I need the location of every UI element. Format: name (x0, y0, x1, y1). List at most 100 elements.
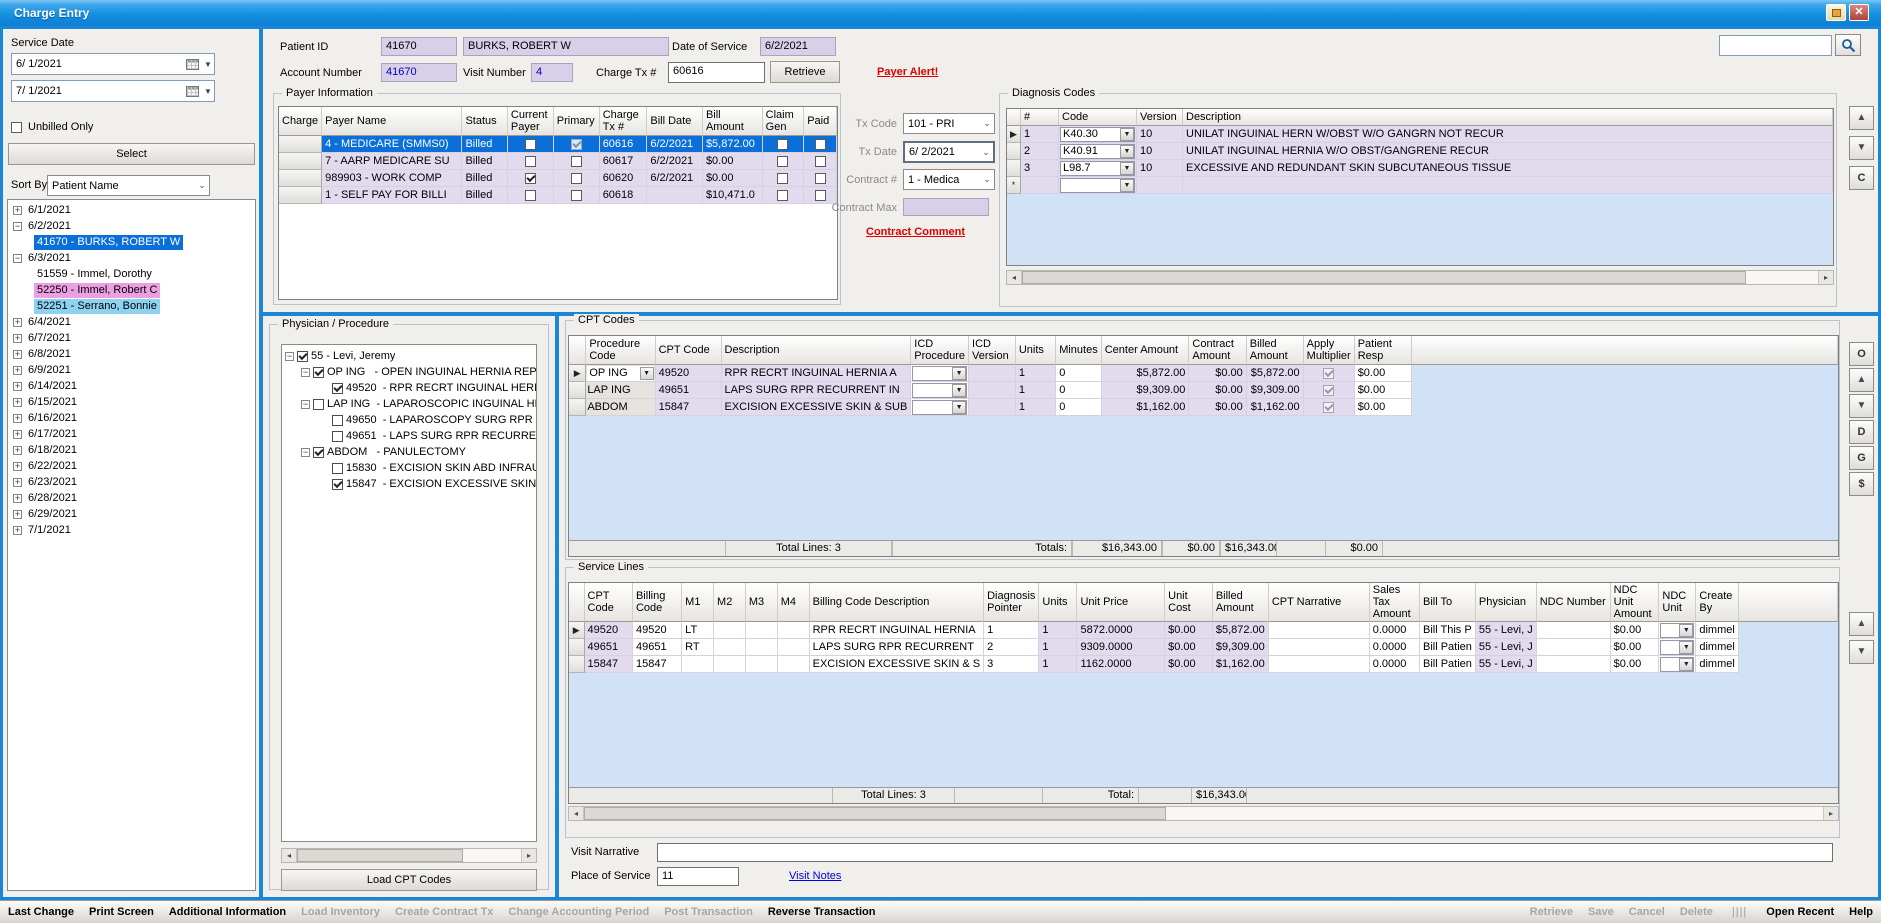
service-lines-hscrollbar[interactable]: ◂ ▸ (568, 806, 1839, 821)
payer-alert-link[interactable]: Payer Alert! (877, 66, 938, 78)
column-header[interactable]: Current Payer (508, 107, 554, 136)
collapse-icon[interactable]: − (301, 448, 310, 457)
table-row[interactable]: 1 - SELF PAY FOR BILLIBilled60618$10,471… (279, 187, 837, 204)
row-selector[interactable]: ▶ (569, 622, 585, 639)
cell-checkbox[interactable] (525, 173, 536, 184)
minimize-button[interactable] (1826, 4, 1846, 21)
column-header[interactable]: Bill To (1420, 583, 1476, 622)
expand-icon[interactable]: + (13, 366, 22, 375)
cell-checkbox[interactable] (815, 190, 826, 201)
cpt-down-button[interactable]: ▼ (1849, 394, 1874, 418)
close-button[interactable]: ✕ (1849, 4, 1869, 21)
collapse-icon[interactable]: − (13, 222, 22, 231)
search-input[interactable] (1719, 35, 1832, 56)
search-button[interactable] (1835, 34, 1861, 56)
column-header[interactable]: M1 (682, 583, 714, 622)
procedure-tree-node[interactable]: 49520 - RPR RECRT INGUINAL HERNIA A (282, 380, 536, 396)
column-header[interactable]: Billing Code Description (810, 583, 985, 622)
procedure-tree-node[interactable]: 15830 - EXCISION SKIN ABD INFRAUMBIL (282, 460, 536, 476)
sidebar-date-node[interactable]: +6/18/2021 (8, 442, 255, 458)
statusbar-open-recent[interactable]: Open Recent (1766, 906, 1834, 918)
scrollbar-track[interactable] (584, 807, 1823, 820)
sidebar-date-node[interactable]: +6/4/2021 (8, 314, 255, 330)
column-header[interactable]: Units (1016, 336, 1056, 365)
scroll-left-icon[interactable]: ◂ (569, 807, 584, 820)
statusbar-create-contract-tx[interactable]: Create Contract Tx (395, 906, 493, 918)
procedure-tree-node[interactable]: −55 - Levi, Jeremy (282, 348, 536, 364)
cpt-g-button[interactable]: G (1849, 446, 1874, 470)
contract-max-field[interactable] (903, 198, 989, 216)
column-header[interactable]: Claim Gen (763, 107, 805, 136)
row-selector[interactable] (569, 656, 585, 673)
procedure-checkbox[interactable] (332, 431, 343, 442)
table-row[interactable]: 1584715847EXCISION EXCESSIVE SKIN & S311… (569, 656, 1838, 673)
diagnosis-down-button[interactable]: ▼ (1849, 136, 1874, 160)
table-row[interactable]: 4 - MEDICARE (SMMS0)Billed606166/2/2021$… (279, 136, 837, 153)
sidebar-date-node[interactable]: +6/9/2021 (8, 362, 255, 378)
table-row[interactable]: ABDOM15847EXCISION EXCESSIVE SKIN & SUB▼… (569, 399, 1838, 416)
sidebar-date-node[interactable]: +6/28/2021 (8, 490, 255, 506)
procedure-checkbox[interactable] (332, 415, 343, 426)
visit-number-field[interactable]: 4 (531, 63, 573, 82)
column-header[interactable]: Minutes (1056, 336, 1102, 365)
cell-checkbox[interactable] (1323, 402, 1334, 413)
column-header[interactable]: Billed Amount (1247, 336, 1304, 365)
column-header[interactable]: Center Amount (1102, 336, 1190, 365)
physician-hscrollbar[interactable]: ◂ ▸ (281, 848, 537, 863)
sidebar-patient-node[interactable]: 52251 - Serrano, Bonnie (8, 298, 255, 314)
column-header[interactable]: Unit Price (1077, 583, 1165, 622)
retrieve-button[interactable]: Retrieve (770, 61, 840, 83)
cell-checkbox[interactable] (571, 139, 582, 150)
dropdown-icon[interactable]: ▼ (1679, 658, 1693, 671)
procedure-checkbox[interactable] (332, 463, 343, 474)
sidebar-date-node[interactable]: +7/1/2021 (8, 522, 255, 538)
contract-comment-link[interactable]: Contract Comment (866, 226, 965, 238)
dropdown-icon[interactable]: ▼ (952, 367, 966, 380)
procedure-checkbox[interactable] (313, 447, 324, 458)
column-header[interactable] (1739, 583, 1838, 622)
calendar-icon[interactable] (186, 59, 199, 70)
statusbar-load-inventory[interactable]: Load Inventory (301, 906, 380, 918)
statusbar-retrieve[interactable]: Retrieve (1530, 906, 1573, 918)
statusbar-reverse-transaction[interactable]: Reverse Transaction (768, 906, 876, 918)
service-date-from-input[interactable]: 6/ 1/2021 ▼ (11, 53, 215, 75)
column-header[interactable]: Bill Amount (703, 107, 763, 136)
diagnosis-up-button[interactable]: ▲ (1849, 106, 1874, 130)
table-row[interactable]: 7 - AARP MEDICARE SUBilled606176/2/2021$… (279, 153, 837, 170)
scrollbar-thumb[interactable] (584, 807, 1166, 820)
visit-notes-link[interactable]: Visit Notes (789, 870, 841, 882)
scrollbar-thumb[interactable] (1022, 271, 1746, 284)
contract-number-dropdown[interactable]: 1 - Medica⌄ (903, 169, 995, 190)
row-selector[interactable] (569, 639, 585, 656)
column-header[interactable]: Code (1059, 109, 1137, 126)
expand-icon[interactable]: + (13, 350, 22, 359)
column-header[interactable]: Units (1039, 583, 1077, 622)
patient-name-field[interactable]: BURKS, ROBERT W (463, 37, 669, 56)
tx-code-dropdown[interactable]: 101 - PRI⌄ (903, 113, 995, 134)
column-header[interactable]: Physician (1476, 583, 1537, 622)
table-row[interactable]: 4965149651RTLAPS SURG RPR RECURRENT21930… (569, 639, 1838, 656)
column-header[interactable]: Billing Code (633, 583, 682, 622)
chevron-down-icon[interactable]: ▼ (202, 60, 214, 69)
tx-date-dropdown[interactable]: 6/ 2/2021⌄ (903, 141, 995, 163)
column-header[interactable] (1412, 336, 1838, 365)
row-selector[interactable] (1007, 143, 1021, 160)
chevron-down-icon[interactable]: ▼ (202, 87, 214, 96)
patient-id-field[interactable]: 41670 (381, 37, 457, 56)
column-header[interactable]: Diagnosis Pointer (984, 583, 1039, 622)
scroll-right-icon[interactable]: ▸ (1823, 807, 1838, 820)
sidebar-date-node[interactable]: +6/14/2021 (8, 378, 255, 394)
sort-by-dropdown[interactable]: Patient Name ⌄ (47, 175, 210, 196)
sidebar-date-node[interactable]: +6/15/2021 (8, 394, 255, 410)
column-header[interactable]: CPT Narrative (1269, 583, 1370, 622)
procedure-tree-node[interactable]: 15847 - EXCISION EXCESSIVE SKIN & SUB (282, 476, 536, 492)
statusbar-additional-information[interactable]: Additional Information (169, 906, 286, 918)
table-row[interactable]: *▼ (1007, 177, 1833, 194)
diagnosis-c-button[interactable]: C (1849, 166, 1874, 190)
column-header[interactable]: ICD Version (969, 336, 1016, 365)
cpt-dollar-button[interactable]: $ (1849, 472, 1874, 496)
load-cpt-codes-button[interactable]: Load CPT Codes (281, 869, 537, 891)
sidebar-date-node[interactable]: +6/8/2021 (8, 346, 255, 362)
dropdown-icon[interactable]: ▼ (1679, 624, 1693, 637)
dropdown-icon[interactable]: ▼ (1120, 179, 1134, 192)
